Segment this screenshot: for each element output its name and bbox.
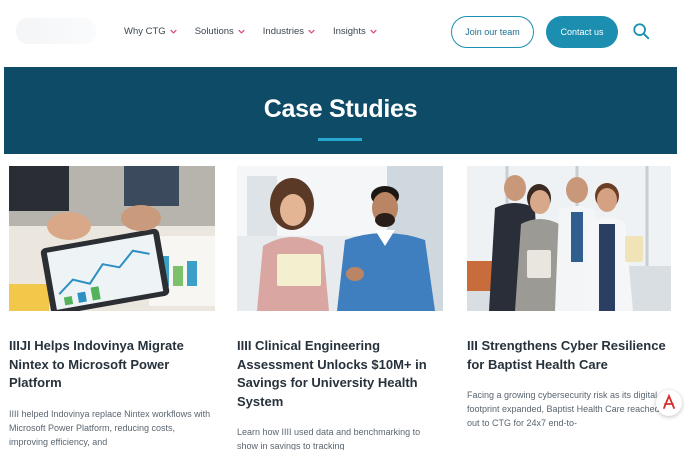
nav-item-label: Insights [332, 26, 366, 37]
nav-item-insights[interactable]: Insights [333, 26, 377, 37]
pdf-icon[interactable] [656, 390, 682, 416]
nav-item-solutions[interactable]: Solutions [195, 26, 245, 37]
nav-item-why-ctg[interactable]: Why CTG [124, 26, 177, 37]
case-study-title[interactable]: IIII Clinical Engineering Assessment Unl… [237, 337, 443, 411]
chevron-down-icon [369, 28, 377, 35]
chevron-down-icon [308, 28, 315, 35]
case-study-excerpt: Facing a growing cybersecurity risk as i… [467, 390, 660, 428]
contact-us-button[interactable]: Contact us [546, 16, 618, 48]
case-study-card[interactable]: III Strengthens Cyber Resilience for Bap… [467, 166, 673, 430]
case-study-excerpt: Learn how IIII used data and benchmarkin… [237, 427, 421, 450]
case-study-title[interactable]: III Strengthens Cyber Resilience for Bap… [467, 337, 673, 374]
site-header: Why CTG Solutions Industries Insights Jo… [0, 0, 685, 67]
case-study-card[interactable]: IIIJI Helps Indovinya Migrate Nintex to … [9, 166, 215, 449]
case-study-excerpt: IIII helped Indovinya replace Nintex wor… [9, 408, 211, 447]
search-icon[interactable] [632, 22, 650, 40]
nav-item-label: Industries [262, 26, 304, 37]
ctg-logo[interactable] [16, 18, 96, 44]
case-study-image-hospital-team[interactable] [467, 166, 671, 311]
main-nav: Why CTG Solutions Industries Insights [124, 26, 377, 37]
nav-item-label: Solutions [194, 26, 234, 37]
title-underline [318, 138, 362, 141]
nav-item-label: Why CTG [124, 26, 166, 37]
chevron-down-icon [169, 28, 177, 35]
nav-item-industries[interactable]: Industries [263, 26, 315, 37]
page-hero-banner: Case Studies [4, 67, 677, 154]
join-our-team-button[interactable]: Join our team [451, 16, 534, 48]
page-title: Case Studies [263, 95, 418, 123]
chevron-down-icon [238, 28, 245, 35]
case-study-image-tablet-charts[interactable] [9, 166, 215, 311]
case-study-card[interactable]: IIII Clinical Engineering Assessment Unl… [237, 166, 443, 450]
case-study-title[interactable]: IIIJI Helps Indovinya Migrate Nintex to … [9, 337, 215, 393]
case-study-image-clinicians[interactable] [237, 166, 443, 311]
